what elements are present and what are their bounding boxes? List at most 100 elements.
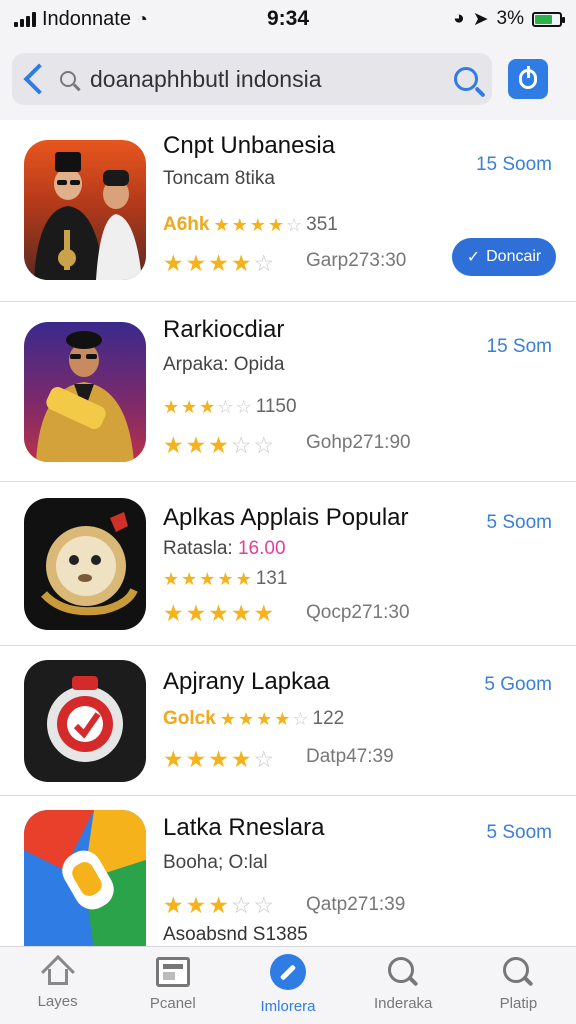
star-icon: ★ xyxy=(185,600,207,626)
app-row[interactable]: Apjrany Lapkaa 5 Goom Golck ★ ★ ★ ★ ☆ 122 ★ ★… xyxy=(0,646,576,796)
search-bar xyxy=(12,53,492,105)
star-icon: ★ xyxy=(230,250,252,276)
star-icon: ★ xyxy=(163,568,180,589)
star-icon: ★ xyxy=(185,432,207,458)
star-icon: ★ xyxy=(208,746,229,772)
status-bar: Indonnate ◔ 9:34 ◕ ➤ 3% xyxy=(0,0,576,38)
search-submit-icon[interactable] xyxy=(454,67,478,91)
star-icon: ★ xyxy=(256,708,273,729)
app-subtitle-row: Ratasla: 16.00 xyxy=(163,538,286,560)
mini-stars: ★ ★ ★ ★ ☆ xyxy=(213,215,302,236)
search-header xyxy=(0,38,576,120)
app-subtitle: Booha; O:lal xyxy=(163,852,268,873)
app-name: Apjrany Lapkaa xyxy=(163,668,330,695)
star-icon: ★ xyxy=(185,746,207,772)
back-icon[interactable] xyxy=(23,63,55,95)
app-row[interactable]: Latka Rneslara 5 Soom Booha; O:lal ★ ★ ★ ☆ ☆… xyxy=(0,796,576,946)
search-icon xyxy=(388,957,418,987)
alarm-icon: ◕ xyxy=(453,8,465,29)
tab-inderaka[interactable]: Inderaka xyxy=(346,947,461,1024)
tab-pcanel[interactable]: Pcanel xyxy=(115,947,230,1024)
app-row[interactable]: Rarkiocdiar 15 Som Arpaka: Opida ★ ★ ★ ☆ ☆ 1… xyxy=(0,302,576,482)
app-row[interactable]: Aplkas Applais Popular 5 Soom Ratasla: 1… xyxy=(0,482,576,646)
tab-platip[interactable]: Platip xyxy=(461,947,576,1024)
rating-label: A6hk xyxy=(163,214,210,235)
check-icon: ✓ xyxy=(466,249,481,266)
star-icon: ☆ xyxy=(230,892,252,918)
get-button[interactable]: ✓ Doncair xyxy=(452,238,556,276)
app-icon xyxy=(24,140,146,280)
tab-layes[interactable]: Layes xyxy=(0,947,115,1024)
star-icon: ★ xyxy=(219,708,236,729)
star-icon: ★ xyxy=(185,250,207,276)
star-icon: ★ xyxy=(267,214,285,235)
search-icon xyxy=(60,71,76,87)
app-code: Qocp271:30 xyxy=(306,602,410,623)
app-code: Garp273:30 xyxy=(306,250,407,271)
status-left: Indonnate ◔ xyxy=(14,8,148,31)
battery-percent: 3% xyxy=(496,8,524,29)
app-icon xyxy=(24,498,146,630)
battery-icon xyxy=(532,11,565,27)
app-size: 5 Soom xyxy=(486,822,552,843)
home-icon xyxy=(40,954,75,989)
today-icon xyxy=(270,954,306,990)
star-icon: ★ xyxy=(208,250,229,276)
star-icon: ★ xyxy=(163,892,184,918)
app-subtitle-value: 16.00 xyxy=(237,538,286,559)
app-name: Aplkas Applais Popular xyxy=(163,504,409,531)
rating-label: Golck xyxy=(163,708,216,729)
star-icon: ★ xyxy=(181,396,198,417)
star-icon: ★ xyxy=(199,568,216,589)
star-rating: ★ ★ ★ ★ ☆ xyxy=(163,250,274,277)
star-icon: ★ xyxy=(249,214,266,235)
rating-count: 122 xyxy=(312,708,345,729)
star-icon: ☆ xyxy=(253,250,275,276)
tab-label: Pcanel xyxy=(149,995,196,1012)
star-icon: ★ xyxy=(253,600,275,626)
mini-stars: ★ ★ ★ ☆ ☆ xyxy=(163,397,252,418)
star-icon: ★ xyxy=(208,432,229,458)
mini-stars: ★ ★ ★ ★ ★ xyxy=(163,569,252,590)
carrier-name: Indonnate xyxy=(42,7,131,30)
star-icon: ★ xyxy=(235,568,252,589)
rating-count: 1150 xyxy=(255,396,297,417)
tab-label: Inderaka xyxy=(374,995,433,1012)
star-icon: ☆ xyxy=(253,892,275,918)
star-icon: ★ xyxy=(231,214,248,235)
star-icon: ★ xyxy=(163,600,184,626)
tab-bar: Layes Pcanel Imlorera Inderaka Platip xyxy=(0,946,576,1024)
app-extra: Asoabsnd S1385 xyxy=(163,924,308,945)
power-button[interactable] xyxy=(508,59,548,99)
app-row[interactable]: Cnpt Unbanesia 15 Soom Toncam 8tika A6hk… xyxy=(0,120,576,302)
star-rating: ★ ★ ★ ★ ★ xyxy=(163,600,274,627)
app-name: Latka Rneslara xyxy=(163,814,325,841)
app-subtitle: Arpaka: Opida xyxy=(163,354,285,375)
tab-label: Imlorera xyxy=(260,998,316,1015)
rating-count: 131 xyxy=(255,568,288,589)
star-icon: ★ xyxy=(237,708,255,729)
search-input[interactable] xyxy=(90,65,454,93)
signal-icon xyxy=(14,11,36,27)
app-code: Datp47:39 xyxy=(306,746,394,767)
location-icon: ➤ xyxy=(472,8,489,30)
star-icon: ★ xyxy=(213,214,230,235)
star-icon: ★ xyxy=(163,432,184,458)
app-subtitle: Ratasla: xyxy=(163,538,233,559)
wifi-icon: ◔ xyxy=(136,8,148,29)
star-icon: ★ xyxy=(163,250,184,276)
star-rating: ★ ★ ★ ★ ☆ xyxy=(163,746,274,773)
tab-imlorera[interactable]: Imlorera xyxy=(230,947,345,1024)
star-icon: ☆ xyxy=(235,396,252,417)
star-icon: ★ xyxy=(185,892,207,918)
app-code: Gohp271:90 xyxy=(306,432,411,453)
star-icon: ★ xyxy=(163,746,184,772)
star-rating: ★ ★ ★ ☆ ☆ xyxy=(163,892,274,919)
star-icon: ☆ xyxy=(217,396,234,417)
star-icon: ☆ xyxy=(292,708,309,729)
star-icon: ☆ xyxy=(230,432,252,458)
rating-line: ★ ★ ★ ★ ★ 131 xyxy=(163,568,287,590)
app-icon xyxy=(24,810,146,946)
rating-line: Golck ★ ★ ★ ★ ☆ 122 xyxy=(163,708,344,730)
power-icon xyxy=(519,66,537,89)
